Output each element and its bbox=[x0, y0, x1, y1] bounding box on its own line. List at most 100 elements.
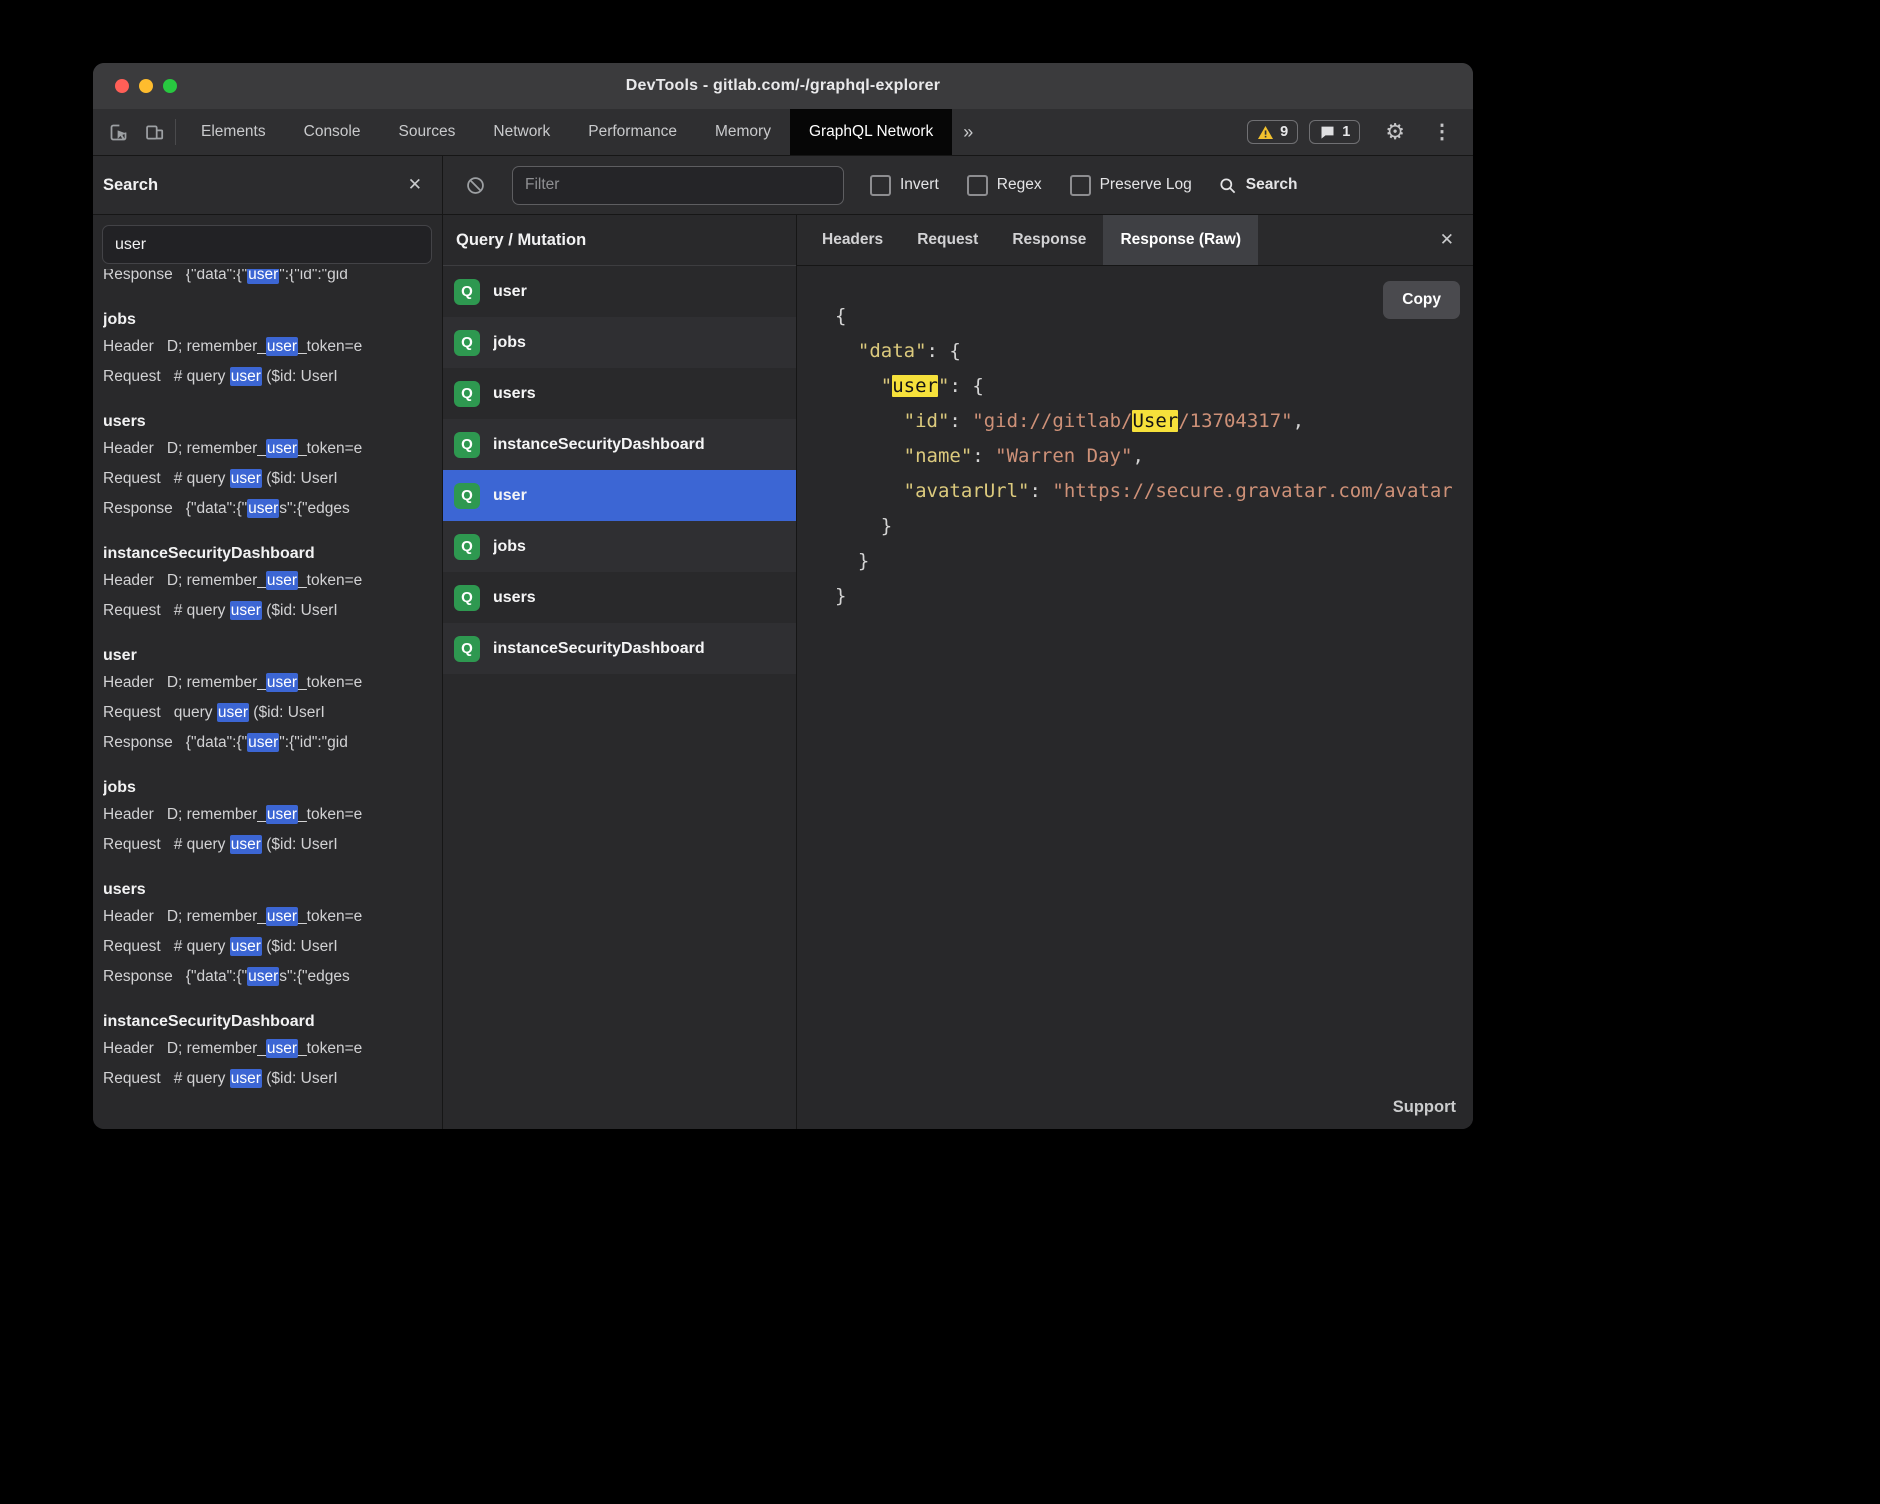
search-result-line[interactable]: Response{"data":{"users":{"edges bbox=[103, 962, 442, 992]
search-result-line[interactable]: HeaderD; remember_user_token=e bbox=[103, 434, 442, 464]
detail-tab-headers[interactable]: Headers bbox=[805, 215, 900, 265]
query-type-badge: Q bbox=[454, 483, 480, 509]
search-result-line[interactable]: HeaderD; remember_user_token=e bbox=[103, 566, 442, 596]
checkbox-label: Preserve Log bbox=[1100, 176, 1192, 194]
kebab-menu-icon[interactable]: ⋮ bbox=[1426, 122, 1458, 142]
search-result-line[interactable]: HeaderD; remember_user_token=e bbox=[103, 332, 442, 362]
search-result-group-title[interactable]: users bbox=[103, 877, 442, 902]
tab-sources[interactable]: Sources bbox=[380, 109, 475, 155]
tab-memory[interactable]: Memory bbox=[696, 109, 790, 155]
search-result-line[interactable]: Request# query user ($id: UserI bbox=[103, 464, 442, 494]
detail-tab-response[interactable]: Response bbox=[995, 215, 1103, 265]
search-result-line[interactable]: HeaderD; remember_user_token=e bbox=[103, 902, 442, 932]
search-panel: Response{"data":{"user":{"id":"gidjobsHe… bbox=[93, 215, 443, 1129]
search-query-input[interactable] bbox=[102, 225, 432, 264]
search-result-line[interactable]: HeaderD; remember_user_token=e bbox=[103, 668, 442, 698]
checkbox[interactable] bbox=[967, 175, 988, 196]
search-result-line[interactable]: Response{"data":{"users":{"edges bbox=[103, 494, 442, 524]
search-result-line[interactable]: Response{"data":{"user":{"id":"gid bbox=[103, 728, 442, 758]
close-window-button[interactable] bbox=[115, 79, 129, 93]
query-item-label: instanceSecurityDashboard bbox=[493, 436, 705, 454]
support-link[interactable]: Support bbox=[1393, 1098, 1456, 1117]
tab-console[interactable]: Console bbox=[285, 109, 380, 155]
inspect-element-icon[interactable] bbox=[108, 122, 129, 143]
json-token: "name" bbox=[904, 445, 973, 467]
query-list-item-instancesecuritydashboard[interactable]: QinstanceSecurityDashboard bbox=[443, 419, 796, 470]
search-result-text: D; remember_ bbox=[167, 806, 266, 823]
minimize-window-button[interactable] bbox=[139, 79, 153, 93]
search-result-text: _token=e bbox=[298, 338, 362, 355]
detail-tab-request[interactable]: Request bbox=[900, 215, 995, 265]
search-result-field-label: Response bbox=[103, 968, 173, 985]
filter-option-regex[interactable]: Regex bbox=[967, 175, 1042, 196]
search-match-highlight: user bbox=[247, 499, 279, 518]
checkbox[interactable] bbox=[870, 175, 891, 196]
search-result-group-title[interactable]: instanceSecurityDashboard bbox=[103, 1009, 442, 1034]
json-line: } bbox=[835, 509, 1473, 544]
search-result-line[interactable]: HeaderD; remember_user_token=e bbox=[103, 800, 442, 830]
search-result-line[interactable]: Request# query user ($id: UserI bbox=[103, 362, 442, 392]
filter-option-invert[interactable]: Invert bbox=[870, 175, 939, 196]
query-panel-title: Query / Mutation bbox=[443, 215, 796, 266]
json-token: /13704317" bbox=[1178, 410, 1292, 432]
tab-graphql-network[interactable]: GraphQL Network bbox=[790, 109, 952, 155]
more-tabs-button[interactable]: » bbox=[952, 109, 984, 155]
block-clear-icon[interactable] bbox=[465, 175, 486, 196]
messages-badge[interactable]: 1 bbox=[1309, 120, 1360, 144]
query-list-item-users[interactable]: Qusers bbox=[443, 572, 796, 623]
close-detail-icon[interactable]: ✕ bbox=[1421, 215, 1473, 265]
device-toolbar-icon[interactable] bbox=[144, 122, 165, 143]
search-result-text: D; remember_ bbox=[167, 674, 266, 691]
search-result-group-title[interactable]: user bbox=[103, 643, 442, 668]
search-result-text: D; remember_ bbox=[167, 572, 266, 589]
search-match-highlight: user bbox=[230, 937, 262, 956]
checkbox[interactable] bbox=[1070, 175, 1091, 196]
search-result-group-title[interactable]: jobs bbox=[103, 307, 442, 332]
query-list-item-user[interactable]: Quser bbox=[443, 266, 796, 317]
query-type-badge: Q bbox=[454, 381, 480, 407]
search-result-line[interactable]: Request# query user ($id: UserI bbox=[103, 596, 442, 626]
json-line: "data": { bbox=[835, 334, 1473, 369]
json-token: } bbox=[858, 550, 869, 572]
search-result-text: _token=e bbox=[298, 1040, 362, 1057]
json-token: " bbox=[938, 375, 949, 397]
tab-elements[interactable]: Elements bbox=[182, 109, 285, 155]
query-list-item-users[interactable]: Qusers bbox=[443, 368, 796, 419]
close-search-icon[interactable]: ✕ bbox=[408, 175, 422, 195]
query-list-item-instancesecuritydashboard[interactable]: QinstanceSecurityDashboard bbox=[443, 623, 796, 674]
filter-input[interactable] bbox=[512, 166, 844, 205]
tab-performance[interactable]: Performance bbox=[569, 109, 696, 155]
search-result-group-title[interactable]: jobs bbox=[103, 775, 442, 800]
search-match-highlight: user bbox=[266, 673, 298, 692]
query-panel: Query / Mutation QuserQjobsQusersQinstan… bbox=[443, 215, 797, 1129]
search-result-text: D; remember_ bbox=[167, 908, 266, 925]
query-list-item-jobs[interactable]: Qjobs bbox=[443, 521, 796, 572]
search-result-line[interactable]: Response{"data":{"user":{"id":"gid bbox=[103, 269, 442, 290]
search-result-line[interactable]: Requestquery user ($id: UserI bbox=[103, 698, 442, 728]
json-line: "name": "Warren Day", bbox=[835, 439, 1473, 474]
search-result-text: {"data":{" bbox=[186, 734, 247, 751]
search-result-group-title[interactable]: instanceSecurityDashboard bbox=[103, 541, 442, 566]
search-result-text: {"data":{" bbox=[186, 968, 247, 985]
titlebar[interactable]: DevTools - gitlab.com/-/graphql-explorer bbox=[93, 63, 1473, 109]
search-match-highlight: user bbox=[266, 439, 298, 458]
zoom-window-button[interactable] bbox=[163, 79, 177, 93]
settings-gear-icon[interactable]: ⚙ bbox=[1385, 121, 1405, 143]
json-token: "Warren Day" bbox=[995, 445, 1132, 467]
filter-option-preserve-log[interactable]: Preserve Log bbox=[1070, 175, 1192, 196]
search-result-line[interactable]: Request# query user ($id: UserI bbox=[103, 932, 442, 962]
detail-tab-response-raw[interactable]: Response (Raw) bbox=[1103, 215, 1258, 265]
query-item-label: user bbox=[493, 487, 527, 505]
search-result-line[interactable]: Request# query user ($id: UserI bbox=[103, 1064, 442, 1094]
tab-network[interactable]: Network bbox=[474, 109, 569, 155]
query-list-item-user[interactable]: Quser bbox=[443, 470, 796, 521]
search-result-line[interactable]: Request# query user ($id: UserI bbox=[103, 830, 442, 860]
search-result-line[interactable]: HeaderD; remember_user_token=e bbox=[103, 1034, 442, 1064]
search-toggle[interactable]: Search bbox=[1218, 176, 1298, 195]
warnings-badge[interactable]: 9 bbox=[1247, 120, 1298, 144]
query-list-item-jobs[interactable]: Qjobs bbox=[443, 317, 796, 368]
search-result-group-title[interactable]: users bbox=[103, 409, 442, 434]
detail-panel: HeadersRequestResponseResponse (Raw) ✕ C… bbox=[797, 215, 1473, 1129]
response-json: { "data": { "user": { "id": "gid://gitla… bbox=[835, 299, 1473, 614]
search-result-field-label: Header bbox=[103, 440, 154, 457]
